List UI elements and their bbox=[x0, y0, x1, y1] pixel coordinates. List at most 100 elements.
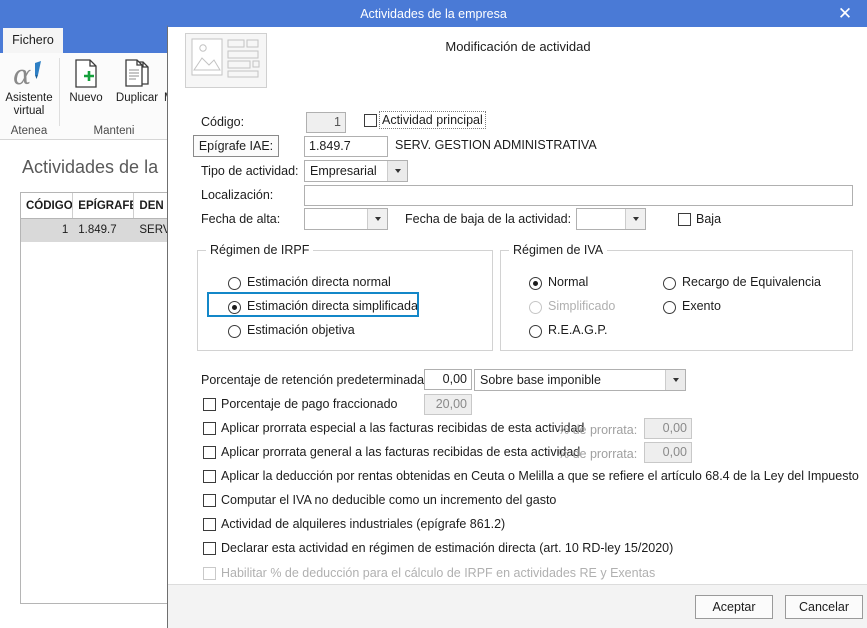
base-retencion-value: Sobre base imponible bbox=[480, 373, 601, 387]
radio-dot bbox=[529, 301, 542, 314]
list-header-row: CÓDIGO EPÍGRAFE DEN bbox=[21, 193, 167, 219]
close-icon[interactable]: ✕ bbox=[823, 0, 867, 28]
checkbox-box bbox=[364, 114, 377, 127]
radio-dot bbox=[228, 301, 241, 314]
chevron-down-icon[interactable] bbox=[387, 161, 407, 181]
group-legend-iva: Régimen de IVA bbox=[509, 243, 608, 257]
radio-label: Normal bbox=[548, 275, 589, 289]
accept-button[interactable]: Aceptar bbox=[695, 595, 773, 619]
duplicate-document-icon bbox=[109, 56, 165, 92]
ribbon-label-asistente: Asistente bbox=[5, 92, 53, 104]
cell-codigo: 1 bbox=[61, 224, 69, 236]
checkbox-box bbox=[203, 398, 216, 411]
radio-label: Recargo de Equivalencia bbox=[682, 275, 821, 289]
radio-dot bbox=[529, 277, 542, 290]
porcentaje-retencion-input[interactable]: 0,00 bbox=[424, 369, 472, 390]
radio-label: Simplificado bbox=[548, 299, 616, 313]
alpha-pen-icon: α bbox=[1, 56, 57, 92]
ribbon-button-duplicar[interactable]: Duplicar bbox=[109, 56, 165, 105]
cell-denominacion: SERV bbox=[139, 224, 167, 236]
prorrata-especial-percent-input: 0,00 bbox=[644, 418, 692, 439]
checkbox-label: Baja bbox=[696, 212, 722, 226]
ribbon-button-asistente-virtual[interactable]: α Asistente virtual bbox=[1, 56, 57, 118]
cell-epigrafe: 1.849.7 bbox=[78, 224, 117, 236]
tipo-actividad-value: Empresarial bbox=[310, 164, 377, 178]
checkbox-label: Declarar esta actividad en régimen de es… bbox=[221, 541, 674, 555]
checkbox-box bbox=[203, 446, 216, 459]
checkbox-label: Actividad principal bbox=[379, 111, 486, 129]
fecha-baja-value bbox=[582, 209, 623, 229]
prorrata-general-percent-input: 0,00 bbox=[644, 442, 692, 463]
dialog-title: Modificación de actividad bbox=[445, 39, 591, 54]
fecha-alta-datepicker[interactable] bbox=[304, 208, 388, 230]
porcentaje-pago-fraccionado-input: 20,00 bbox=[424, 394, 472, 415]
checkbox-box bbox=[678, 213, 691, 226]
label-localizacion: Localización: bbox=[201, 188, 274, 202]
list-column-denominacion[interactable]: DEN bbox=[134, 193, 167, 218]
page-title: Actividades de la bbox=[22, 157, 159, 177]
codigo-input[interactable]: 1 bbox=[306, 112, 346, 133]
epigrafe-input[interactable]: 1.849.7 bbox=[304, 136, 388, 157]
ribbon-group-label-atenea: Atenea bbox=[10, 125, 48, 137]
label-fecha-baja: Fecha de baja de la actividad: bbox=[405, 212, 572, 226]
checkbox-box bbox=[203, 567, 216, 580]
chevron-down-icon[interactable] bbox=[625, 209, 645, 229]
ribbon-group-mantenimiento: Nuevo Duplicar Manteni bbox=[60, 53, 180, 140]
chevron-down-icon[interactable] bbox=[665, 370, 685, 390]
group-regimen-irpf: Régimen de IRPF Estimación directa norma… bbox=[197, 243, 493, 351]
group-legend-irpf: Régimen de IRPF bbox=[206, 243, 314, 257]
base-retencion-select[interactable]: Sobre base imponible bbox=[474, 369, 686, 391]
modificacion-actividad-dialog: Modificación de actividad Código: 1 Acti… bbox=[167, 25, 867, 628]
radio-dot bbox=[663, 301, 676, 314]
window-titlebar: Actividades de la empresa ✕ bbox=[0, 0, 867, 28]
label-tipo-actividad: Tipo de actividad: bbox=[201, 164, 299, 178]
list-column-codigo[interactable]: CÓDIGO bbox=[21, 193, 74, 218]
checkbox-box bbox=[203, 494, 216, 507]
cancel-button[interactable]: Cancelar bbox=[785, 595, 863, 619]
activities-list-panel: CÓDIGO EPÍGRAFE DEN 1 1.849.7 SERV bbox=[20, 192, 168, 604]
fecha-alta-value bbox=[310, 209, 365, 229]
group-regimen-iva: Régimen de IVA Normal Simplificado R.E.A… bbox=[500, 243, 853, 351]
ribbon-label-virtual: virtual bbox=[13, 105, 45, 117]
radio-dot bbox=[529, 325, 542, 338]
checkbox-box bbox=[203, 422, 216, 435]
radio-label: Estimación directa simplificada bbox=[247, 299, 418, 313]
checkbox-box bbox=[203, 542, 216, 555]
label-prorrata-especial-percent: % de prorrata: bbox=[558, 423, 638, 437]
ribbon-label-duplicar: Duplicar bbox=[115, 92, 159, 104]
dialog-footer: Aceptar Cancelar bbox=[168, 584, 867, 628]
ribbon-button-nuevo[interactable]: Nuevo bbox=[60, 56, 112, 105]
ribbon-group-label-mantenimiento: Manteni bbox=[93, 125, 135, 137]
tipo-actividad-select[interactable]: Empresarial bbox=[304, 160, 408, 182]
checkbox-box bbox=[203, 470, 216, 483]
label-prorrata-general-percent: % de prorrata: bbox=[558, 447, 638, 461]
label-codigo: Código: bbox=[201, 115, 245, 129]
checkbox-label: Porcentaje de pago fraccionado bbox=[221, 397, 398, 411]
ribbon-group-atenea: α Asistente virtual Atenea bbox=[0, 53, 58, 140]
chevron-down-icon[interactable] bbox=[367, 209, 387, 229]
checkbox-label: Computar el IVA no deducible como un inc… bbox=[221, 493, 557, 507]
new-document-icon bbox=[60, 56, 112, 92]
label-porcentaje-retencion: Porcentaje de retención predeterminada: bbox=[201, 373, 428, 387]
radio-label: Estimación directa normal bbox=[247, 275, 391, 289]
radio-label: R.E.A.G.P. bbox=[548, 323, 608, 337]
epigrafe-iae-button[interactable]: Epígrafe IAE: bbox=[193, 135, 279, 157]
tab-fichero[interactable]: Fichero bbox=[3, 28, 63, 53]
checkbox-label: Habilitar % de deducción para el cálculo… bbox=[221, 566, 656, 580]
ribbon-label-nuevo: Nuevo bbox=[69, 92, 103, 104]
checkbox-label: Actividad de alquileres industriales (ep… bbox=[221, 517, 506, 531]
fecha-baja-datepicker[interactable] bbox=[576, 208, 646, 230]
table-row[interactable]: 1 1.849.7 SERV bbox=[21, 219, 167, 242]
radio-dot bbox=[228, 325, 241, 338]
svg-text:α: α bbox=[13, 60, 31, 89]
checkbox-box bbox=[203, 518, 216, 531]
radio-label: Exento bbox=[682, 299, 721, 313]
label-fecha-alta: Fecha de alta: bbox=[201, 212, 281, 226]
checkbox-label: Aplicar prorrata especial a las facturas… bbox=[221, 421, 585, 435]
radio-label: Estimación objetiva bbox=[247, 323, 355, 337]
list-column-epigrafe[interactable]: EPÍGRAFE bbox=[73, 193, 135, 218]
radio-dot bbox=[663, 277, 676, 290]
app-root: Actividades de la empresa ✕ Fichero α As… bbox=[0, 0, 867, 628]
localizacion-input[interactable] bbox=[304, 185, 853, 206]
checkbox-label: Aplicar la deducción por rentas obtenida… bbox=[221, 469, 859, 483]
